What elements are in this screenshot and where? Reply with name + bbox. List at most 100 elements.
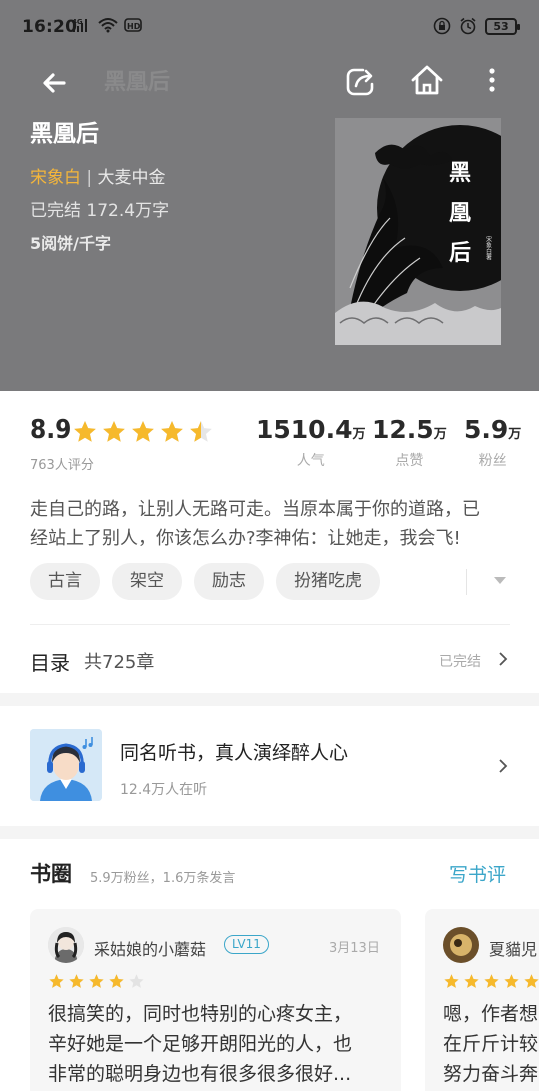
circle-subtitle: 5.9万粉丝，1.6万条发言	[90, 871, 236, 886]
chevron-right-icon	[499, 652, 508, 666]
reviewer-name[interactable]: 夏貓児	[489, 936, 537, 960]
stat-fans: 5.9万 粉丝	[464, 415, 521, 470]
avatar[interactable]	[443, 927, 479, 963]
book-circle-section: 书圈 5.9万粉丝，1.6万条发言 写书评 采姑娘的小蘑菇 LV11 3月13日…	[0, 839, 539, 1091]
review-line: 嗯，作者想	[443, 1003, 539, 1025]
cover-author-text: 宋象白著	[485, 235, 492, 261]
rating-count: 763人评分	[30, 458, 94, 473]
audiobook-card[interactable]: 同名听书，真人演绎醉人心 12.4万人在听	[0, 706, 539, 826]
star-icon	[484, 974, 499, 988]
expand-tags-icon[interactable]	[494, 577, 506, 584]
share-icon[interactable]	[342, 62, 378, 98]
toc-label: 目录	[30, 651, 70, 675]
avatar[interactable]	[48, 927, 84, 963]
summary-line-2: 经站上了别人，你该怎么办?李神佑：让她走，我会飞!	[30, 528, 461, 549]
star-icon	[190, 420, 212, 442]
signal-icon: 4G	[72, 18, 87, 32]
status-bar: 16:20 4G HD 53	[0, 0, 539, 56]
stat-fans-value: 5.9	[464, 415, 509, 444]
tag-chip[interactable]: 励志	[194, 563, 264, 600]
star-icon	[103, 420, 125, 442]
toc-count: 共725章	[84, 652, 155, 673]
review-line: 非常的聪明身边也有很多很多很好...	[48, 1063, 352, 1085]
status-time: 16:20	[22, 17, 78, 37]
nav-title: 黑凰后	[104, 70, 171, 95]
author-line: 宋象白 | 大麦中金	[30, 163, 166, 188]
star-icon	[504, 974, 519, 988]
book-cover[interactable]: 黑 凰 后 宋象白著	[335, 118, 501, 345]
audiobook-listeners: 12.4万人在听	[120, 782, 208, 798]
reviewer-name[interactable]: 采姑娘的小蘑菇	[94, 936, 206, 960]
lock-rotation-icon	[433, 17, 451, 35]
star-icon	[69, 974, 84, 988]
star-icon	[524, 974, 539, 988]
review-date: 3月13日	[329, 941, 380, 956]
tag-chip[interactable]: 架空	[112, 563, 182, 600]
cover-title-char-3: 后	[449, 240, 471, 266]
star-icon	[132, 420, 154, 442]
battery-icon: 53	[485, 17, 520, 35]
star-icon	[109, 974, 124, 988]
summary-line-1: 走自己的路，让别人无路可走。当原本属于你的道路，已	[30, 499, 480, 520]
review-card[interactable]: 夏貓児 嗯，作者想 在斤斤计较 努力奋斗奔	[425, 909, 539, 1091]
star-icon	[49, 974, 64, 988]
svg-text:HD: HD	[127, 22, 141, 31]
review-stars	[48, 973, 145, 990]
circle-title: 书圈	[30, 862, 72, 886]
tag-chip[interactable]: 扮猪吃虎	[276, 563, 380, 600]
star-icon	[464, 974, 479, 988]
tag-divider	[466, 569, 467, 595]
star-icon	[74, 420, 96, 442]
review-line: 在斤斤计较	[443, 1033, 539, 1055]
cover-title-char-2: 凰	[449, 200, 471, 226]
alarm-icon	[460, 17, 476, 35]
review-card[interactable]: 采姑娘的小蘑菇 LV11 3月13日 很搞笑的，同时也特别的心疼女主， 辛好她是…	[30, 909, 401, 1091]
back-arrow-icon[interactable]	[36, 62, 72, 98]
toc-status: 已完结	[439, 654, 481, 670]
stat-likes-label: 点赞	[395, 453, 424, 469]
avatar-image-icon	[443, 927, 479, 963]
book-status: 已完结 172.4万字	[30, 201, 170, 221]
author-link[interactable]: 宋象白	[30, 168, 81, 188]
author-separator: |	[81, 168, 98, 188]
chevron-right-icon	[499, 759, 508, 773]
stat-likes-value: 12.5	[372, 415, 434, 444]
review-carousel[interactable]: 采姑娘的小蘑菇 LV11 3月13日 很搞笑的，同时也特别的心疼女主， 辛好她是…	[30, 909, 539, 1091]
level-badge: LV11	[224, 935, 269, 954]
listener-avatar-icon	[30, 729, 102, 801]
review-line: 辛好她是一个足够开朗阳光的人，也	[48, 1033, 353, 1055]
stat-fans-unit: 万	[508, 427, 522, 442]
audiobook-thumbnail	[30, 729, 102, 801]
book-summary[interactable]: 走自己的路，让别人无路可走。当原本属于你的道路，已 经站上了别人，你该怎么办?李…	[30, 495, 512, 553]
star-icon	[161, 420, 183, 442]
star-icon	[444, 974, 459, 988]
review-text: 嗯，作者想 在斤斤计较 努力奋斗奔	[443, 999, 539, 1089]
review-line: 努力奋斗奔	[443, 1063, 539, 1085]
write-review-button[interactable]: 写书评	[449, 860, 506, 887]
publisher-name: 大麦中金	[97, 168, 166, 188]
review-text: 很搞笑的，同时也特别的心疼女主， 辛好她是一个足够开朗阳光的人，也 非常的聪明身…	[48, 999, 388, 1089]
stat-likes-unit: 万	[433, 427, 447, 442]
star-icon	[129, 974, 144, 988]
stat-likes: 12.5万 点赞	[372, 415, 447, 470]
wifi-icon	[98, 18, 118, 33]
cover-art: 黑 凰 后 宋象白著	[335, 118, 501, 345]
book-header: 16:20 4G HD 53 黑凰后 黑凰后 宋象白 | 大麦中金 已完结 17…	[0, 0, 539, 391]
stat-fans-label: 粉丝	[478, 453, 507, 469]
tag-chip[interactable]: 古言	[30, 563, 100, 600]
rating-score: 8.9	[30, 415, 72, 445]
avatar-image-icon	[48, 927, 84, 963]
book-title: 黑凰后	[30, 121, 99, 147]
more-vertical-icon[interactable]	[478, 62, 506, 98]
review-stars	[443, 973, 539, 990]
home-icon[interactable]	[408, 61, 446, 99]
book-price: 5阅饼/千字	[30, 234, 111, 253]
audiobook-title: 同名听书，真人演绎醉人心	[120, 742, 349, 764]
star-icon	[89, 974, 104, 988]
tag-list: 古言 架空 励志 扮猪吃虎	[30, 563, 380, 600]
stat-popularity-value: 1510.4	[256, 415, 353, 444]
book-info-card: 8.9 763人评分 1510.4万 人气 12.5万 点赞 5.9万 粉丝 走…	[0, 391, 539, 693]
hd-icon: HD	[124, 18, 142, 32]
top-nav: 黑凰后	[0, 56, 539, 106]
stat-popularity-label: 人气	[296, 453, 325, 469]
